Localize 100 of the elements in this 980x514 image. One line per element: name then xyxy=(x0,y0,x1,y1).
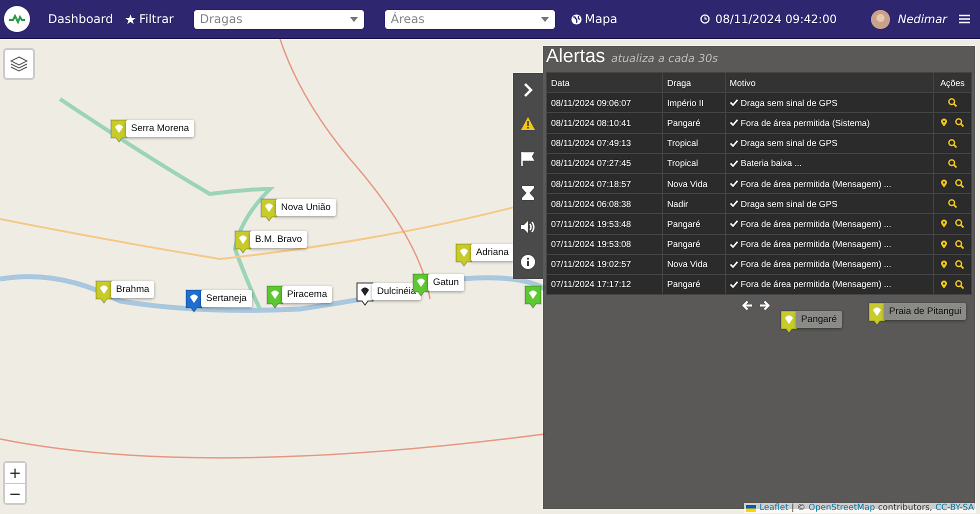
table-cell: 07/11/2024 19:02:57 xyxy=(546,254,663,274)
map-background[interactable] xyxy=(0,39,980,514)
map-marker-icon[interactable] xyxy=(356,282,374,306)
map-link[interactable]: Mapa xyxy=(564,12,624,26)
check-icon xyxy=(730,180,738,188)
table-cell: Nova Vida xyxy=(662,173,726,194)
column-header: Data xyxy=(546,72,663,93)
search-icon[interactable] xyxy=(948,138,957,148)
check-icon xyxy=(730,99,738,106)
check-icon xyxy=(730,240,738,248)
marker-label: Nova União xyxy=(276,199,336,216)
clock-icon xyxy=(700,14,710,24)
table-cell: 08/11/2024 07:18:57 xyxy=(546,173,663,194)
table-cell: 08/11/2024 07:27:45 xyxy=(546,153,663,174)
table-cell: Fora de área permitida (Mensagem) ... xyxy=(725,234,934,254)
location-pin-icon[interactable] xyxy=(940,280,948,289)
check-icon xyxy=(730,119,738,126)
table-cell: Tropical xyxy=(662,133,726,154)
warning-icon[interactable] xyxy=(520,116,536,132)
search-icon[interactable] xyxy=(955,219,964,228)
attribution-text: | © xyxy=(791,503,806,513)
location-pin-icon[interactable] xyxy=(940,179,948,188)
column-header: Draga xyxy=(662,72,726,93)
check-icon xyxy=(730,160,738,167)
flag-icon[interactable] xyxy=(520,150,536,167)
table-cell: Draga sem sinal de GPS xyxy=(725,133,934,154)
location-pin-icon[interactable] xyxy=(940,240,948,249)
globe-icon xyxy=(570,14,582,24)
select-field[interactable]: Dragas xyxy=(194,10,364,28)
table-cell: 07/11/2024 19:53:08 xyxy=(546,234,663,254)
table-cell: Pangaré xyxy=(662,214,726,234)
table-cell: 07/11/2024 17:17:12 xyxy=(546,274,663,295)
table-cell: 08/11/2024 09:06:07 xyxy=(546,92,663,113)
user-name[interactable]: Nedimar xyxy=(898,12,947,26)
table-cell: Draga sem sinal de GPS xyxy=(725,194,934,214)
select-field[interactable]: Áreas xyxy=(384,10,555,28)
check-icon xyxy=(730,220,738,228)
table-cell: 08/11/2024 06:08:38 xyxy=(546,194,663,214)
layers-icon xyxy=(10,55,28,73)
table-cell: Fora de área permitida (Mensagem) ... xyxy=(725,274,934,295)
table-cell: Draga sem sinal de GPS xyxy=(725,92,934,113)
table-cell: Bateria baixa ... xyxy=(725,153,934,174)
previous-arrow-icon[interactable] xyxy=(742,300,753,312)
next-arrow-icon[interactable] xyxy=(759,300,770,312)
column-header: Ações xyxy=(933,72,972,93)
table-cell: Império II xyxy=(662,92,726,113)
search-icon[interactable] xyxy=(955,280,964,289)
caret-icon xyxy=(350,16,358,22)
table-cell: Pangaré xyxy=(662,274,726,295)
search-icon[interactable] xyxy=(948,98,957,108)
avatar-icon[interactable] xyxy=(870,10,890,28)
layers-button[interactable] xyxy=(3,48,35,80)
check-icon xyxy=(730,260,738,268)
table-cell: Tropical xyxy=(662,153,726,174)
nav-link[interactable]: Dashboard xyxy=(42,12,120,26)
table-cell: Pangaré xyxy=(662,112,726,134)
marker-label: Piracema xyxy=(282,286,332,303)
search-icon[interactable] xyxy=(948,158,957,168)
info-icon[interactable] xyxy=(520,254,536,270)
check-icon xyxy=(730,200,738,208)
flag-icon xyxy=(746,504,756,512)
marker-label: Sertaneja xyxy=(201,290,252,307)
table-cell: 08/11/2024 08:10:41 xyxy=(546,112,663,134)
marker-label: Brahma xyxy=(111,281,154,298)
panel-subtitle: atualiza a cada 30s xyxy=(611,52,718,65)
search-icon[interactable] xyxy=(955,179,964,188)
table-cell: 07/11/2024 19:53:48 xyxy=(546,214,663,234)
hourglass-icon[interactable] xyxy=(520,185,536,202)
column-header: Motivo xyxy=(725,72,934,93)
location-pin-icon[interactable] xyxy=(940,260,948,269)
table-cell: Fora de área permitida (Mensagem) ... xyxy=(725,214,934,234)
nav-link[interactable]: Filtrar xyxy=(119,12,180,26)
location-pin-icon[interactable] xyxy=(940,118,948,128)
table-cell: Fora de área permitida (Mensagem) ... xyxy=(725,173,934,194)
zoom-out-button[interactable]: − xyxy=(5,483,25,503)
sound-icon[interactable] xyxy=(520,219,536,236)
table-cell: Fora de área permitida (Mensagem) ... xyxy=(725,254,934,274)
wave-logo-icon[interactable] xyxy=(4,6,30,32)
menu-icon[interactable] xyxy=(959,14,970,24)
table-cell: 08/11/2024 07:49:13 xyxy=(546,133,663,154)
table-cell: Nova Vida xyxy=(662,254,726,274)
star-icon xyxy=(125,14,136,24)
search-icon[interactable] xyxy=(955,240,964,249)
marker-label: B.M. Bravo xyxy=(250,231,307,248)
table-cell: Nadir xyxy=(662,194,726,214)
table-cell: Fora de área permitida (Sistema) xyxy=(725,112,934,134)
marker-label: Gatun xyxy=(428,274,464,291)
clock-text: 08/11/2024 09:42:00 xyxy=(715,12,837,26)
marker-label: Adriana xyxy=(471,244,514,261)
marker-label: Pangaré xyxy=(796,311,842,328)
marker-label: Serra Morena xyxy=(126,120,194,137)
location-pin-icon[interactable] xyxy=(940,219,948,228)
table-cell: Pangaré xyxy=(662,234,726,254)
caret-icon xyxy=(540,16,549,22)
search-icon[interactable] xyxy=(948,199,957,208)
search-icon[interactable] xyxy=(955,260,964,269)
attribution-text: contributors, xyxy=(878,503,932,513)
panel-title: Alertas xyxy=(546,46,606,68)
search-icon[interactable] xyxy=(955,118,964,128)
check-icon xyxy=(730,280,738,288)
